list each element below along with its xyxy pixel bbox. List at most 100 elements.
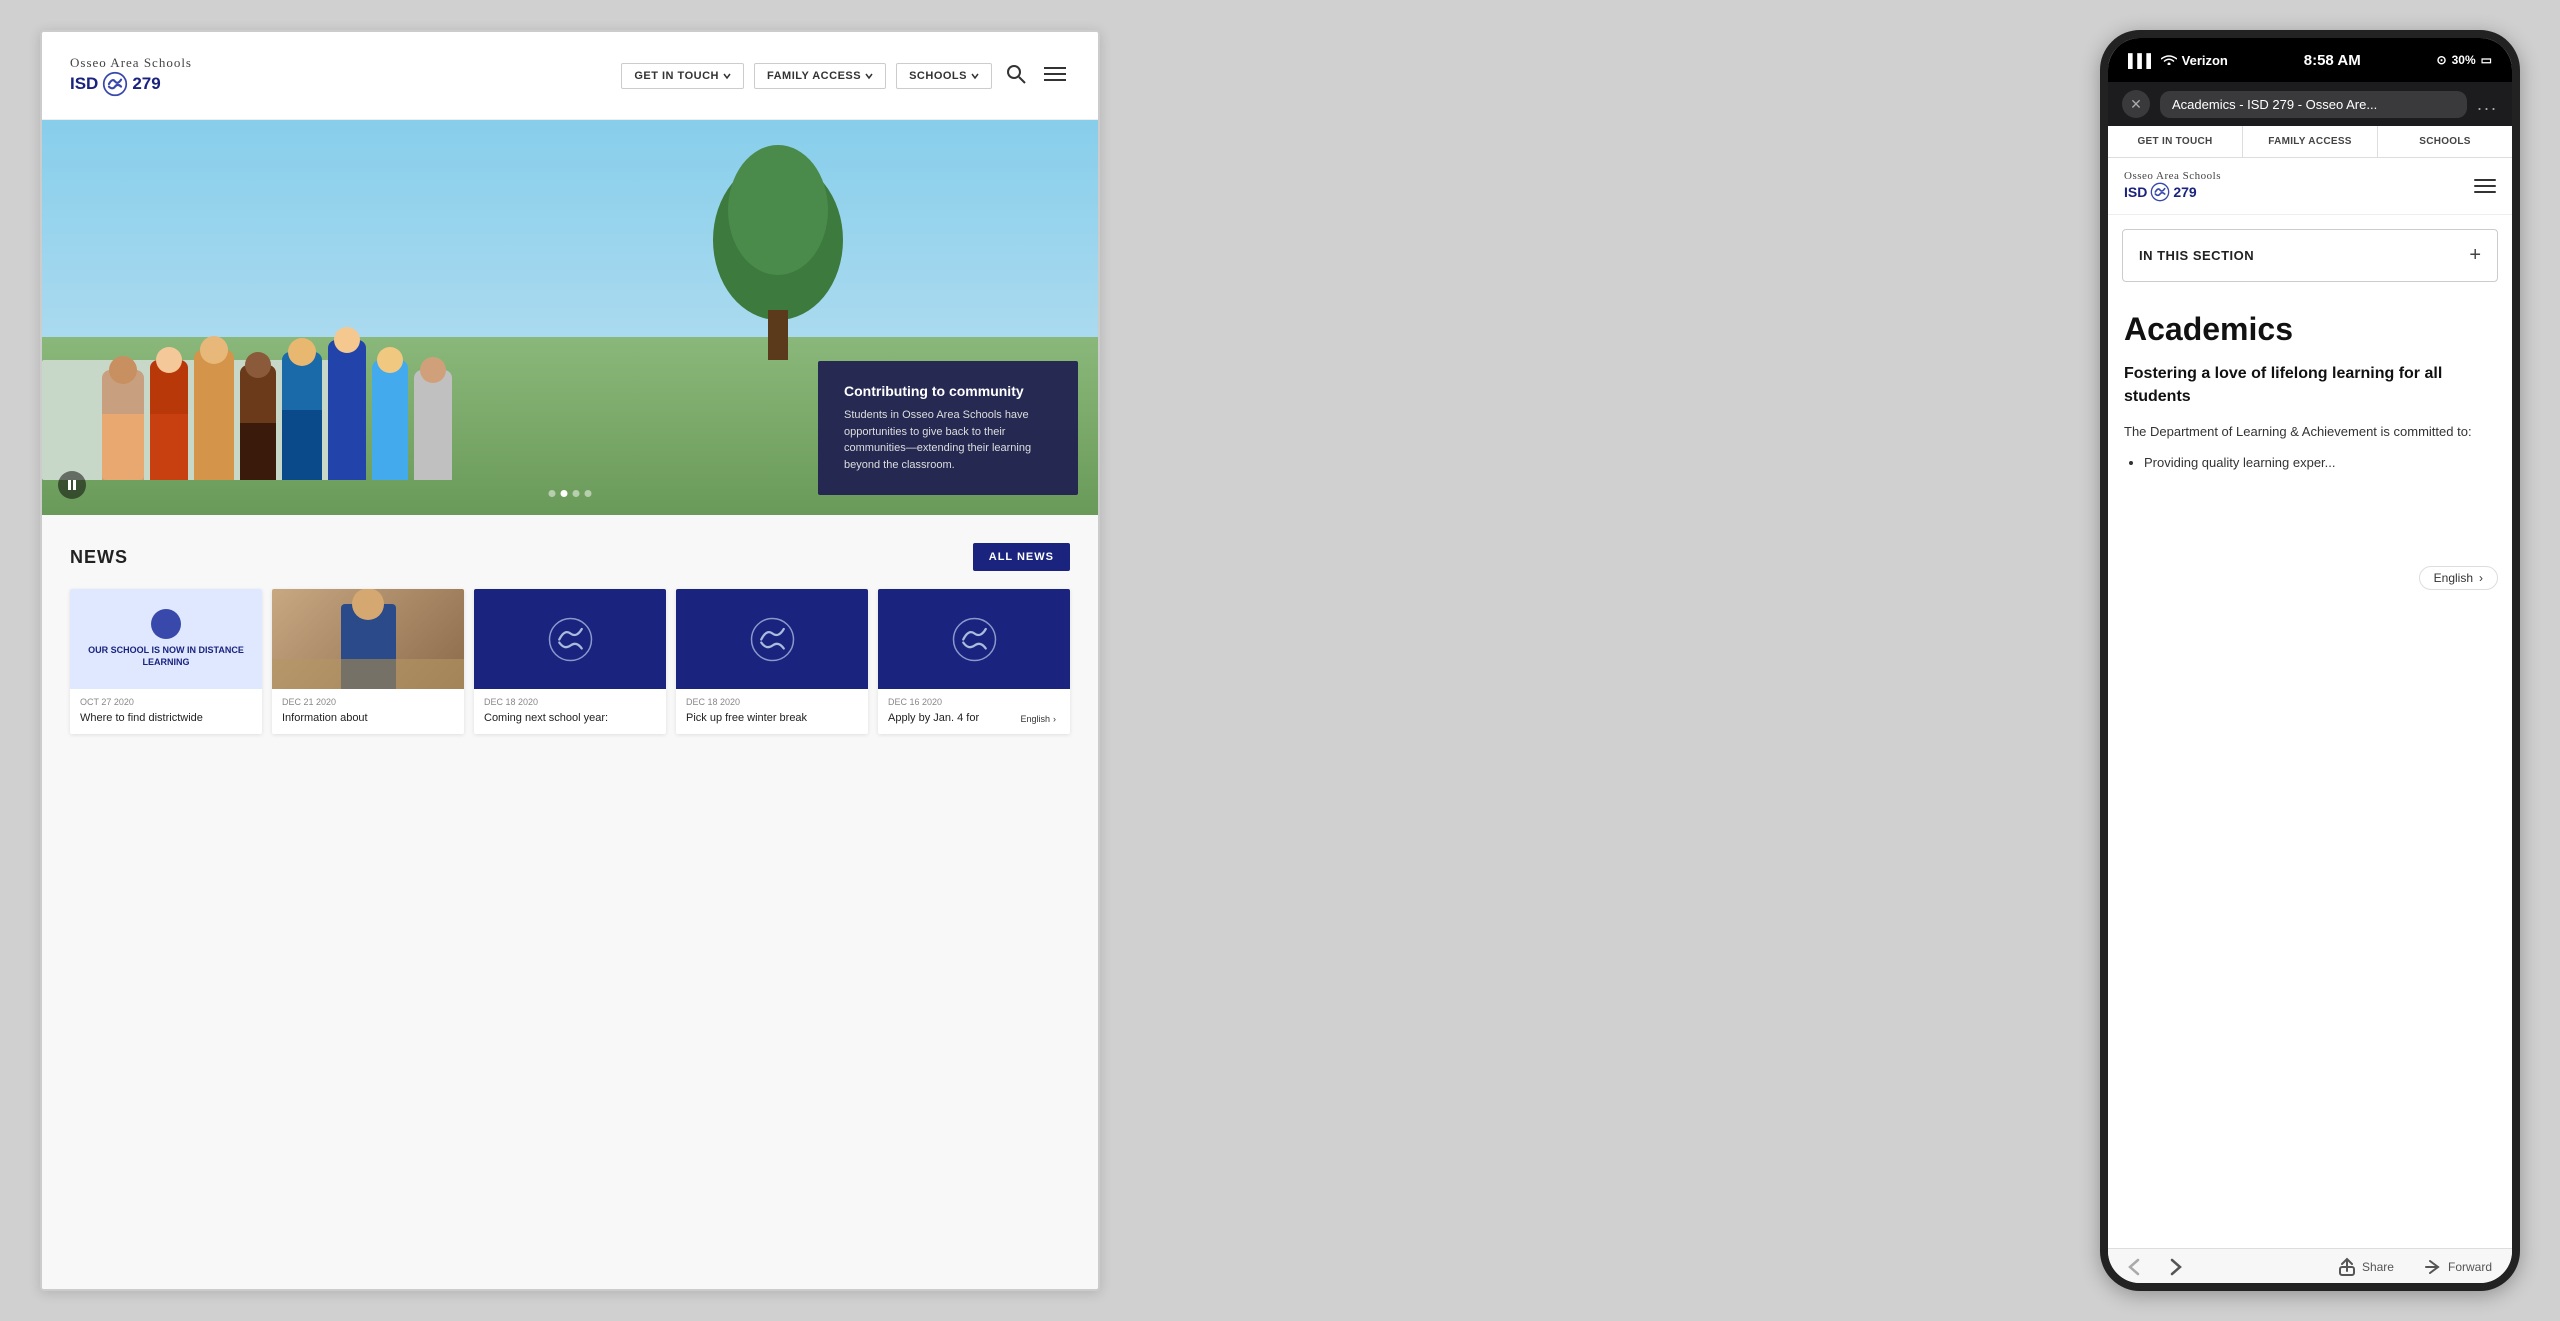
pause-icon xyxy=(67,479,77,491)
mobile-nav-tabs: GET IN TOUCH FAMILY ACCESS SCHOOLS xyxy=(2108,126,2512,158)
expand-section-button[interactable]: + xyxy=(2469,244,2481,267)
news-card-5-date: DEC 16 2020 xyxy=(888,697,1060,707)
in-this-section-label: IN THIS SECTION xyxy=(2139,248,2254,263)
news-card-1[interactable]: OUR SCHOOL IS NOW IN DISTANCE LEARNING O… xyxy=(70,589,262,734)
hero-overlay-title: Contributing to community xyxy=(844,383,1052,399)
mobile-emblem-icon xyxy=(2150,182,2170,202)
hamburger-line-2 xyxy=(2474,185,2496,187)
bottom-nav-right: Share Forward xyxy=(2338,1257,2492,1277)
hamburger-icon xyxy=(1044,66,1066,82)
news-card-1-headline: Where to find districtwide xyxy=(80,711,252,726)
mobile-logo: Osseo Area Schools ISD 279 xyxy=(2124,170,2221,202)
browser-close-button[interactable]: ✕ xyxy=(2122,90,2150,118)
wifi-icon xyxy=(2161,53,2177,68)
news-card-3[interactable]: DEC 18 2020 Coming next school year: xyxy=(474,589,666,734)
hero-dot-3[interactable] xyxy=(573,490,580,497)
news-card-4-body: DEC 18 2020 Pick up free winter break xyxy=(676,689,868,734)
english-arrow-icon: › xyxy=(2479,571,2483,585)
forward-action-button[interactable]: Forward xyxy=(2424,1257,2492,1277)
mobile-isd-text: ISD xyxy=(2124,184,2147,200)
english-row: English › xyxy=(2108,558,2512,594)
news-card-2-body: DEC 21 2020 Information about xyxy=(272,689,464,734)
tree-icon xyxy=(698,140,858,360)
academics-body-text: The Department of Learning & Achievement… xyxy=(2124,422,2496,443)
osseo-logo-icon xyxy=(548,617,593,662)
browser-chrome: ✕ Academics - ISD 279 - Osseo Are... ... xyxy=(2108,82,2512,126)
news-card-3-headline: Coming next school year: xyxy=(484,711,656,726)
signal-icon: ▌▌▌ xyxy=(2128,53,2156,68)
news-card-4[interactable]: DEC 18 2020 Pick up free winter break xyxy=(676,589,868,734)
search-button[interactable] xyxy=(1002,60,1030,91)
back-button[interactable] xyxy=(2128,1258,2140,1276)
news-card-3-thumb xyxy=(474,589,666,689)
hero-dot-2[interactable] xyxy=(561,490,568,497)
news-card-2-date: DEC 21 2020 xyxy=(282,697,454,707)
mobile-content: IN THIS SECTION + Academics Fostering a … xyxy=(2108,215,2512,1248)
battery-info: ⊙ 30% ▭ xyxy=(2437,53,2492,67)
browser-more-button[interactable]: ... xyxy=(2477,94,2498,115)
academics-content: Academics Fostering a love of lifelong l… xyxy=(2108,296,2512,558)
isd-emblem-icon xyxy=(102,71,128,97)
news-card-5[interactable]: DEC 16 2020 Apply by Jan. 4 for English … xyxy=(878,589,1070,734)
in-this-section-widget[interactable]: IN THIS SECTION + xyxy=(2122,229,2498,282)
hero-pause-button[interactable] xyxy=(58,471,86,499)
menu-button[interactable] xyxy=(1040,62,1070,89)
osseo-logo-icon xyxy=(750,617,795,662)
carrier-info: ▌▌▌ Verizon xyxy=(2128,53,2228,68)
news-card-3-date: DEC 18 2020 xyxy=(484,697,656,707)
news-card-4-thumb xyxy=(676,589,868,689)
english-badge: English › xyxy=(1014,712,1062,726)
news-cards-container: OUR SCHOOL IS NOW IN DISTANCE LEARNING O… xyxy=(70,589,1070,734)
share-icon xyxy=(2338,1257,2356,1277)
academics-list-item-1: Providing quality learning exper... xyxy=(2144,453,2496,474)
chevron-down-icon xyxy=(971,72,979,80)
share-action-button[interactable]: Share xyxy=(2338,1257,2394,1277)
news-card-3-body: DEC 18 2020 Coming next school year: xyxy=(474,689,666,734)
browser-url-bar[interactable]: Academics - ISD 279 - Osseo Are... xyxy=(2160,91,2467,118)
isd-text: ISD xyxy=(70,74,98,94)
logo-area: Osseo Area Schools ISD 279 xyxy=(70,55,192,97)
news-card-2[interactable]: DEC 21 2020 Information about xyxy=(272,589,464,734)
forward-label: Forward xyxy=(2448,1260,2492,1274)
mobile-menu-button[interactable] xyxy=(2474,179,2496,193)
hero-pagination xyxy=(549,490,592,497)
family-access-button[interactable]: FAMILY ACCESS xyxy=(754,63,886,89)
chevron-down-icon xyxy=(865,72,873,80)
mobile-header: Osseo Area Schools ISD 279 xyxy=(2108,158,2512,215)
mobile-isd-number: 279 xyxy=(2173,184,2196,200)
mobile-school-name: Osseo Area Schools xyxy=(2124,170,2221,182)
bottom-nav-left xyxy=(2128,1258,2182,1276)
mobile-schools-tab[interactable]: SCHOOLS xyxy=(2378,126,2512,157)
desktop-header: Osseo Area Schools ISD 279 GET IN TOUCH … xyxy=(42,32,1098,120)
news-section: NEWS ALL NEWS OUR SCHOOL IS NOW IN DISTA… xyxy=(42,515,1098,1289)
status-time: 8:58 AM xyxy=(2304,52,2361,69)
osseo-logo-icon xyxy=(952,617,997,662)
school-name-label: Osseo Area Schools xyxy=(70,55,192,71)
news-card-2-headline: Information about xyxy=(282,711,454,726)
mobile-get-in-touch-tab[interactable]: GET IN TOUCH xyxy=(2108,126,2243,157)
news-header: NEWS ALL NEWS xyxy=(70,543,1070,571)
all-news-button[interactable]: ALL NEWS xyxy=(973,543,1070,571)
nav-right: GET IN TOUCH FAMILY ACCESS SCHOOLS xyxy=(621,60,1070,91)
chevron-down-icon xyxy=(723,72,731,80)
screen-icon: ⊙ xyxy=(2437,53,2447,67)
carrier-label: Verizon xyxy=(2182,53,2228,68)
news-card-5-thumb xyxy=(878,589,1070,689)
card-1-text: OUR SCHOOL IS NOW IN DISTANCE LEARNING xyxy=(78,645,254,668)
back-icon xyxy=(2128,1258,2140,1276)
mobile-isd-logo: ISD 279 xyxy=(2124,182,2221,202)
news-card-2-thumb xyxy=(272,589,464,689)
mobile-family-access-tab[interactable]: FAMILY ACCESS xyxy=(2243,126,2378,157)
hero-dot-1[interactable] xyxy=(549,490,556,497)
english-language-button[interactable]: English › xyxy=(2419,566,2498,590)
search-icon xyxy=(1006,64,1026,84)
academics-title: Academics xyxy=(2124,312,2496,347)
get-in-touch-button[interactable]: GET IN TOUCH xyxy=(621,63,744,89)
hero-dot-4[interactable] xyxy=(585,490,592,497)
mobile-bottom-bar: Share Forward xyxy=(2108,1248,2512,1283)
news-card-1-thumb: OUR SCHOOL IS NOW IN DISTANCE LEARNING xyxy=(70,589,262,689)
forward-button[interactable] xyxy=(2170,1258,2182,1276)
schools-button[interactable]: SCHOOLS xyxy=(896,63,992,89)
news-card-4-headline: Pick up free winter break xyxy=(686,711,858,726)
news-card-1-body: OCT 27 2020 Where to find districtwide xyxy=(70,689,262,734)
